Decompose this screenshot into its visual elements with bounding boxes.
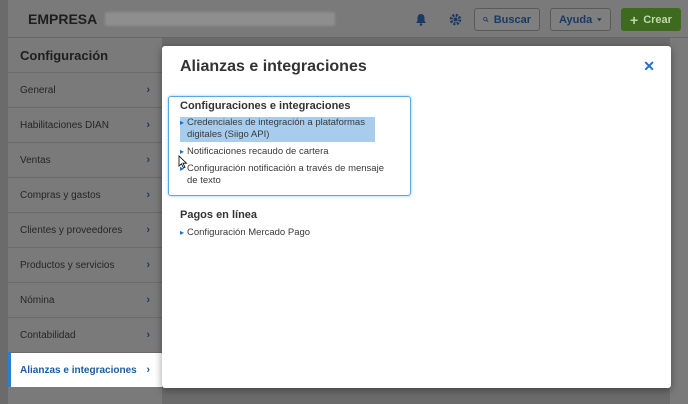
sidebar-item-nomina[interactable]: Nómina › [8, 282, 162, 317]
search-button-label: Buscar [493, 13, 531, 26]
create-button-label: Crear [643, 13, 672, 26]
link-notificaciones-recaudo[interactable]: ▸ Notificaciones recaudo de cartera [180, 146, 329, 158]
sidebar-item-label: Contabilidad [20, 329, 76, 341]
chevron-right-icon: › [146, 189, 150, 201]
sidebar-item-label: Habilitaciones DIAN [20, 119, 109, 131]
config-sidebar: Configuración General › Habilitaciones D… [8, 38, 162, 404]
link-mercado-pago[interactable]: ▸ Configuración Mercado Pago [180, 227, 310, 239]
chevron-right-icon: › [146, 364, 150, 376]
close-icon[interactable]: ✕ [643, 58, 655, 75]
sidebar-item-habilitaciones-dian[interactable]: Habilitaciones DIAN › [8, 107, 162, 142]
bell-icon[interactable] [410, 8, 432, 30]
chevron-right-icon: › [146, 329, 150, 341]
chevron-right-icon: › [146, 154, 150, 166]
link-notificacion-mensaje-texto[interactable]: ▸ Configuración notificación a través de… [180, 163, 400, 187]
chevron-right-icon: › [146, 119, 150, 131]
background-page [670, 38, 688, 404]
plus-icon: + [630, 11, 639, 28]
link-label: digitales (Siigo API) [187, 129, 270, 140]
help-dropdown[interactable]: Ayuda [550, 8, 611, 31]
modal-title: Alianzas e integraciones [180, 58, 367, 75]
company-name-redacted [105, 12, 335, 26]
link-label: de texto [187, 175, 221, 186]
section-title-pagos-en-linea: Pagos en línea [180, 209, 258, 221]
sidebar-item-label: Productos y servicios [20, 259, 115, 271]
create-button[interactable]: + Crear [621, 8, 681, 31]
sidebar-title: Configuración [20, 48, 109, 63]
caret-down-icon [597, 17, 602, 21]
alianzas-modal: Alianzas e integraciones ✕ Configuracion… [162, 46, 671, 388]
sidebar-item-compras-gastos[interactable]: Compras y gastos › [8, 177, 162, 212]
link-label: Configuración notificación a través de m… [187, 163, 384, 174]
sidebar-item-alianzas-integraciones[interactable]: Alianzas e integraciones › [8, 352, 162, 387]
help-dropdown-label: Ayuda [559, 13, 593, 26]
caret-right-icon: ▸ [180, 228, 185, 237]
gear-icon[interactable] [444, 8, 466, 30]
sidebar-item-label: Nómina [20, 294, 55, 306]
sidebar-item-label: Compras y gastos [20, 189, 101, 201]
link-label: Credenciales de integración a plataforma… [187, 117, 365, 128]
caret-right-icon: ▸ [180, 118, 185, 127]
link-label: Notificaciones recaudo de cartera [187, 146, 329, 157]
sidebar-item-clientes-proveedores[interactable]: Clientes y proveedores › [8, 212, 162, 247]
sidebar-item-label: General [20, 84, 56, 96]
link-credenciales-integracion[interactable]: ▸ Credenciales de integración a platafor… [180, 117, 375, 142]
sidebar-item-contabilidad[interactable]: Contabilidad › [8, 317, 162, 352]
sidebar-item-label: Alianzas e integraciones [20, 364, 137, 376]
search-button[interactable]: Buscar [474, 8, 540, 31]
section-title-configuraciones: Configuraciones e integraciones [180, 100, 351, 112]
company-name: EMPRESA [28, 11, 98, 27]
search-icon [483, 16, 489, 23]
chevron-right-icon: › [146, 259, 150, 271]
chevron-right-icon: › [146, 224, 150, 236]
sidebar-item-label: Ventas [20, 154, 51, 166]
sidebar-item-label: Clientes y proveedores [20, 224, 123, 236]
link-label: Configuración Mercado Pago [187, 227, 311, 238]
sidebar-item-ventas[interactable]: Ventas › [8, 142, 162, 177]
top-bar: EMPRESA Buscar Ayuda + Crear [8, 0, 688, 38]
mouse-cursor-icon [178, 155, 188, 169]
sidebar-item-general[interactable]: General › [8, 72, 162, 107]
chevron-right-icon: › [146, 84, 150, 96]
sidebar-item-productos-servicios[interactable]: Productos y servicios › [8, 247, 162, 282]
chevron-right-icon: › [146, 294, 150, 306]
